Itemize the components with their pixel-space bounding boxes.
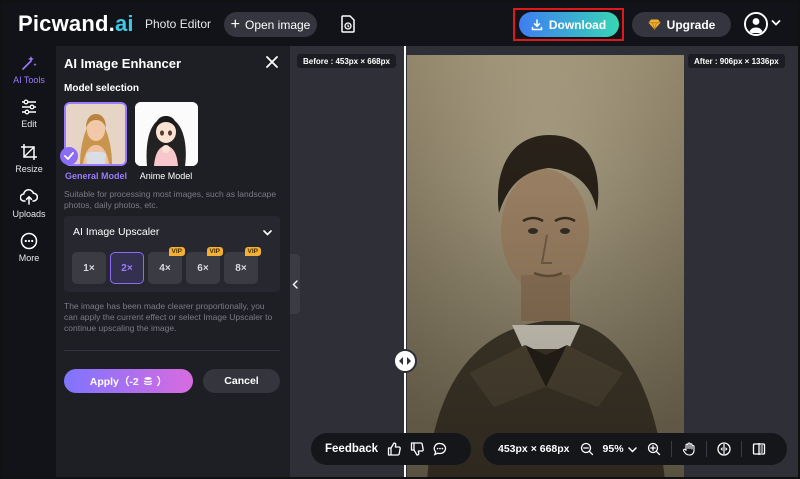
recent-files-icon[interactable] (340, 15, 356, 33)
model-name-general: General Model (64, 171, 127, 181)
separator (705, 441, 707, 457)
model-selection-label: Model selection (64, 83, 140, 94)
model-description: Suitable for processing most images, suc… (64, 189, 277, 210)
scale-label: 1× (83, 262, 95, 274)
chevron-down-icon[interactable] (263, 228, 272, 237)
compare-split-line[interactable] (404, 46, 406, 477)
plus-icon: + (230, 15, 240, 33)
download-button[interactable]: Download (518, 12, 619, 37)
rail-label: Resize (15, 164, 43, 174)
panel-title: AI Image Enhancer (64, 56, 182, 71)
portrait-image (407, 55, 684, 477)
image-dimensions: 453px × 668px (498, 443, 570, 455)
crop-icon (21, 144, 37, 160)
apply-label: Apply（-2 (89, 375, 139, 388)
selected-check-icon (60, 147, 78, 165)
rail-label: Edit (21, 119, 37, 129)
scale-label: 2× (121, 262, 133, 274)
credits-icon (143, 377, 152, 386)
scale-option-4x[interactable]: 4× VIP (148, 247, 185, 284)
upscaler-section: AI Image Upscaler 1× 2× 4× VIP 6× VIP 8×… (64, 216, 280, 292)
scale-option-2x[interactable]: 2× (110, 252, 144, 284)
divider (64, 350, 280, 351)
download-icon (531, 18, 543, 30)
more-icon (20, 232, 38, 250)
cancel-label: Cancel (224, 375, 259, 387)
ai-enhancer-panel: AI Image Enhancer Model selection Genera… (56, 46, 290, 477)
scale-option-8x[interactable]: 8× VIP (224, 247, 261, 284)
close-icon[interactable] (265, 55, 279, 69)
rail-item-edit[interactable]: Edit (2, 98, 56, 140)
scale-label: 6× (197, 262, 209, 274)
upload-icon (20, 189, 38, 205)
diamond-icon (648, 19, 661, 30)
feedback-label: Feedback (325, 443, 379, 455)
chevron-down-icon[interactable] (771, 16, 781, 30)
open-image-label: Open image (244, 17, 311, 32)
download-highlight-box: Download (513, 8, 624, 41)
vip-badge: VIP (244, 247, 261, 256)
after-size-tag: After : 906px × 1336px (688, 54, 785, 68)
upscale-note: The image has been made clearer proporti… (64, 301, 273, 333)
comment-icon[interactable] (433, 442, 447, 456)
chevron-left-icon (292, 279, 298, 289)
upgrade-button[interactable]: Upgrade (632, 12, 731, 37)
user-icon (746, 14, 766, 34)
hand-pan-icon[interactable] (682, 442, 696, 456)
rail-item-ai-tools[interactable]: AI Tools (2, 54, 56, 96)
zoom-out-icon[interactable] (580, 442, 594, 456)
arrows-left-right-icon (399, 357, 411, 365)
feedback-bar: Feedback (311, 433, 471, 465)
thumbs-up-icon[interactable] (387, 442, 401, 456)
logo-main-text: Picwand. (18, 11, 115, 36)
model-card-anime[interactable] (135, 102, 198, 166)
zoom-level[interactable]: 95% (603, 443, 624, 455)
compare-toggle-icon[interactable] (716, 442, 731, 456)
zoom-in-icon[interactable] (647, 442, 661, 456)
photo-editor-link[interactable]: Photo Editor (145, 17, 211, 31)
scale-option-6x[interactable]: 6× VIP (186, 247, 223, 284)
cancel-button[interactable]: Cancel (203, 369, 280, 393)
collapse-panel-tab[interactable] (290, 254, 300, 314)
user-avatar[interactable] (744, 12, 768, 36)
scale-option-1x[interactable]: 1× (72, 252, 106, 284)
ai-tools-icon (22, 56, 37, 70)
model-name-anime: Anime Model (139, 171, 193, 181)
before-size-tag: Before : 453px × 668px (297, 54, 396, 68)
rail-item-uploads[interactable]: Uploads (2, 188, 56, 230)
sliders-icon (22, 99, 36, 115)
scale-label: 4× (159, 262, 171, 274)
vip-badge: VIP (206, 247, 223, 256)
app-window: Picwand.ai Photo Editor + Open image Dow… (0, 0, 800, 479)
picwand-logo[interactable]: Picwand.ai (18, 11, 134, 37)
rail-item-resize[interactable]: Resize (2, 143, 56, 185)
rail-label: More (18, 253, 40, 263)
apply-suffix: ） (156, 375, 168, 388)
separator (740, 441, 742, 457)
separator (670, 441, 672, 457)
upscaler-title[interactable]: AI Image Upscaler (73, 226, 159, 238)
upgrade-label: Upgrade (666, 17, 716, 32)
apply-button[interactable]: Apply（-2 ） (64, 369, 193, 393)
image-canvas: Before : 453px × 668px After : 906px × 1… (290, 46, 798, 477)
download-label: Download (548, 17, 607, 32)
open-image-button[interactable]: + Open image (224, 12, 317, 37)
rail-label: Uploads (12, 209, 46, 219)
chevron-down-icon[interactable] (627, 445, 637, 454)
rail-item-more[interactable]: More (2, 232, 56, 274)
side-by-side-icon[interactable] (752, 442, 766, 456)
vip-badge: VIP (168, 247, 185, 256)
rail-label: AI Tools (13, 75, 45, 85)
zoom-toolbar: 453px × 668px 95% (483, 433, 787, 465)
thumbs-down-icon[interactable] (410, 442, 424, 456)
anime-model-thumbnail (135, 102, 198, 166)
top-bar: Picwand.ai Photo Editor + Open image Dow… (2, 2, 798, 46)
logo-ai-text: ai (114, 11, 134, 36)
left-toolbar: AI Tools Edit Resize Uploads More (2, 46, 56, 477)
compare-slider-handle[interactable] (393, 349, 417, 373)
scale-label: 8× (235, 262, 247, 274)
